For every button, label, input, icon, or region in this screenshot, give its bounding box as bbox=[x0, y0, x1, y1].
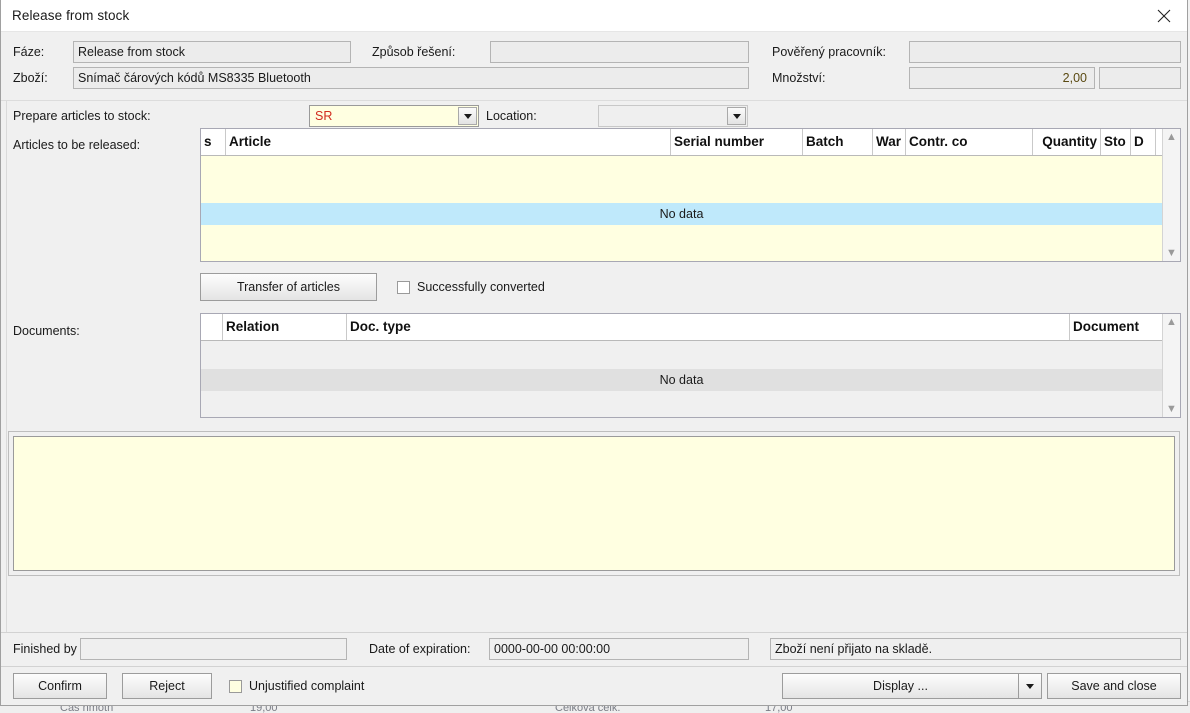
dialog-title-bar: Release from stock bbox=[1, 0, 1187, 32]
confirm-button[interactable]: Confirm bbox=[13, 673, 107, 699]
close-icon bbox=[1157, 9, 1171, 22]
save-and-close-button[interactable]: Save and close bbox=[1047, 673, 1181, 699]
display-button[interactable]: Display ... bbox=[782, 673, 1018, 699]
articles-grid-body[interactable]: No data bbox=[201, 156, 1162, 261]
successfully-converted-label: Successfully converted bbox=[417, 280, 545, 294]
scroll-up-icon[interactable]: ▲ bbox=[1166, 132, 1177, 143]
articles-col-contract-code[interactable]: Contr. co bbox=[906, 129, 1033, 155]
articles-grid[interactable]: s Article Serial number Batch War Contr.… bbox=[200, 128, 1181, 262]
documents-grid-scrollbar[interactable]: ▲ ▼ bbox=[1162, 314, 1180, 417]
worker-field[interactable] bbox=[909, 41, 1181, 63]
dialog-body: Prepare articles to stock: SR Location: … bbox=[1, 101, 1187, 632]
checkbox-box[interactable] bbox=[397, 280, 410, 294]
footer-fields-band: Finished by Date of expiration: 0000-00-… bbox=[1, 632, 1187, 666]
finished-by-field[interactable] bbox=[80, 638, 347, 660]
articles-col-warranty[interactable]: War bbox=[873, 129, 906, 155]
checkbox-box[interactable] bbox=[229, 679, 242, 693]
quantity-unit-field[interactable] bbox=[1099, 67, 1181, 89]
scroll-down-icon[interactable]: ▼ bbox=[1166, 404, 1177, 415]
notes-memo-field[interactable] bbox=[13, 436, 1175, 571]
chevron-down-icon[interactable] bbox=[1018, 673, 1042, 699]
scroll-down-icon[interactable]: ▼ bbox=[1166, 248, 1177, 259]
worker-label: Pověřený pracovník: bbox=[772, 45, 886, 59]
dialog-button-band: Confirm Reject Unjustified complaint Dis… bbox=[1, 666, 1187, 705]
status-message-field[interactable]: Zboží není přijato na skladě. bbox=[770, 638, 1181, 660]
notes-memo-panel bbox=[8, 431, 1180, 576]
quantity-label: Množství: bbox=[772, 71, 826, 85]
articles-col-d[interactable]: D bbox=[1131, 129, 1156, 155]
goods-label: Zboží: bbox=[13, 71, 48, 85]
successfully-converted-checkbox[interactable]: Successfully converted bbox=[397, 280, 545, 294]
prepare-articles-label: Prepare articles to stock: bbox=[13, 109, 151, 123]
date-of-expiration-label: Date of expiration: bbox=[369, 642, 471, 656]
location-label: Location: bbox=[486, 109, 537, 123]
documents-col-relation[interactable]: Relation bbox=[223, 314, 347, 340]
reject-button[interactable]: Reject bbox=[122, 673, 212, 699]
articles-grid-scrollbar[interactable]: ▲ ▼ bbox=[1162, 129, 1180, 261]
articles-no-data-row[interactable]: No data bbox=[201, 203, 1162, 225]
chevron-down-icon[interactable] bbox=[727, 107, 746, 125]
articles-col-stock[interactable]: Sto bbox=[1101, 129, 1131, 155]
articles-grid-header: s Article Serial number Batch War Contr.… bbox=[201, 129, 1162, 156]
header-fields-band: Fáze: Release from stock Způsob řešení: … bbox=[1, 32, 1187, 101]
documents-grid[interactable]: Relation Doc. type Document No data ▲ ▼ bbox=[200, 313, 1181, 418]
documents-grid-body[interactable]: No data bbox=[201, 341, 1162, 417]
dialog-title: Release from stock bbox=[12, 8, 130, 23]
articles-col-quantity[interactable]: Quantity bbox=[1033, 129, 1101, 155]
scroll-up-icon[interactable]: ▲ bbox=[1166, 317, 1177, 328]
documents-label: Documents: bbox=[13, 324, 80, 338]
solution-field[interactable] bbox=[490, 41, 749, 63]
phase-label: Fáze: bbox=[13, 45, 45, 59]
documents-col-document[interactable]: Document bbox=[1070, 314, 1162, 340]
documents-col-blank[interactable] bbox=[201, 314, 223, 340]
articles-col-article[interactable]: Article bbox=[226, 129, 671, 155]
goods-field[interactable]: Snímač čárových kódů MS8335 Bluetooth bbox=[73, 67, 749, 89]
articles-col-s[interactable]: s bbox=[201, 129, 226, 155]
close-button[interactable] bbox=[1141, 0, 1187, 31]
documents-no-data-row[interactable]: No data bbox=[201, 369, 1162, 391]
unjustified-complaint-label: Unjustified complaint bbox=[249, 679, 365, 693]
chevron-down-icon[interactable] bbox=[458, 107, 477, 125]
finished-by-label: Finished by bbox=[13, 642, 77, 656]
articles-col-batch[interactable]: Batch bbox=[803, 129, 873, 155]
solution-label: Způsob řešení: bbox=[372, 45, 456, 59]
phase-field[interactable]: Release from stock bbox=[73, 41, 351, 63]
location-combo[interactable] bbox=[598, 105, 748, 127]
articles-to-be-released-label: Articles to be released: bbox=[13, 138, 141, 152]
articles-col-serial-number[interactable]: Serial number bbox=[671, 129, 803, 155]
date-of-expiration-field[interactable]: 0000-00-00 00:00:00 bbox=[489, 638, 749, 660]
release-from-stock-dialog: Release from stock Fáze: Release from st… bbox=[0, 0, 1188, 706]
display-split-button[interactable]: Display ... bbox=[782, 673, 1042, 699]
prepare-articles-combo[interactable]: SR bbox=[309, 105, 479, 127]
quantity-field[interactable]: 2,00 bbox=[909, 67, 1095, 89]
prepare-articles-value: SR bbox=[315, 109, 333, 123]
transfer-of-articles-button[interactable]: Transfer of articles bbox=[200, 273, 377, 301]
documents-col-doc-type[interactable]: Doc. type bbox=[347, 314, 1070, 340]
unjustified-complaint-checkbox[interactable]: Unjustified complaint bbox=[229, 679, 364, 693]
documents-grid-header: Relation Doc. type Document bbox=[201, 314, 1162, 341]
